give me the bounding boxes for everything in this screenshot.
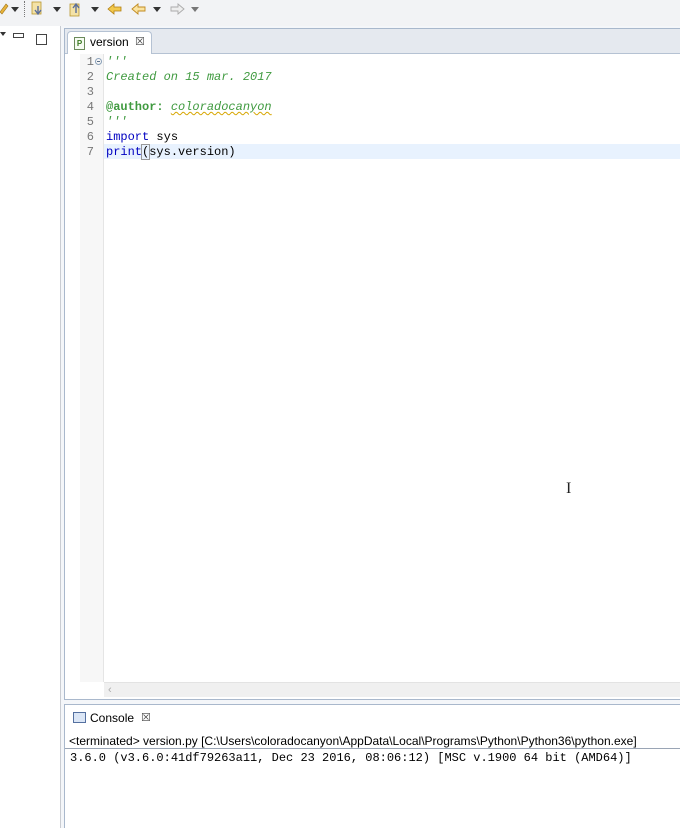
- line-number: 3: [86, 85, 94, 99]
- horizontal-scrollbar[interactable]: ‹: [104, 682, 680, 697]
- line-number: 4: [86, 100, 94, 114]
- console-icon: [73, 712, 86, 723]
- line-number: 7: [86, 145, 94, 159]
- view-menu-icon[interactable]: [0, 32, 6, 36]
- editor-tab-version[interactable]: P version ☒: [67, 31, 152, 54]
- next-annotation-icon[interactable]: [30, 0, 46, 18]
- author-tag: @author:: [106, 100, 164, 114]
- import-keyword: import: [106, 130, 150, 144]
- text-cursor-icon: I: [566, 480, 572, 497]
- left-side-panel: [0, 26, 61, 828]
- code-line-4[interactable]: @author: coloradocanyon: [106, 100, 272, 115]
- close-icon[interactable]: ☒: [141, 711, 151, 724]
- toolbar-separator: [24, 1, 25, 17]
- import-target: sys: [149, 130, 179, 144]
- line-number: 2: [86, 70, 94, 84]
- fold-collapse-icon[interactable]: [95, 58, 102, 65]
- minimize-icon[interactable]: [13, 33, 24, 38]
- pencil-dropdown-icon[interactable]: [11, 0, 19, 18]
- editor-tab-bar: [65, 29, 680, 54]
- console-output-text[interactable]: 3.6.0 (v3.6.0:41df79263a11, Dec 23 2016,…: [70, 751, 632, 765]
- previous-annotation-icon[interactable]: [68, 0, 84, 18]
- author-name: coloradocanyon: [170, 100, 272, 114]
- python-file-icon: P: [74, 37, 85, 50]
- console-tab[interactable]: Console ☒: [65, 705, 680, 731]
- code-line-5[interactable]: ''': [106, 115, 128, 130]
- maximize-icon[interactable]: [36, 34, 47, 45]
- code-line-7[interactable]: print(sys.version): [106, 144, 236, 160]
- next-annotation-dropdown-icon[interactable]: [53, 0, 61, 18]
- line-number: 6: [86, 130, 94, 144]
- line-number: 5: [86, 115, 94, 129]
- back-dropdown-icon[interactable]: [153, 0, 161, 18]
- code-line-1[interactable]: ''': [106, 55, 128, 70]
- code-line-2[interactable]: Created on 15 mar. 2017: [106, 70, 272, 85]
- console-status-line: <terminated> version.py [C:\Users\colora…: [69, 734, 637, 748]
- forward-dropdown-icon[interactable]: [191, 0, 199, 18]
- editor-tab-label: version: [90, 35, 129, 49]
- print-argument: sys.version): [149, 145, 236, 159]
- back-icon[interactable]: [130, 0, 148, 18]
- close-icon[interactable]: ☒: [135, 35, 145, 48]
- previous-annotation-dropdown-icon[interactable]: [91, 0, 99, 18]
- main-toolbar: [0, 0, 680, 26]
- pencil-icon[interactable]: [0, 0, 9, 18]
- forward-icon[interactable]: [168, 0, 186, 18]
- print-keyword: print: [106, 145, 143, 159]
- line-number: 1: [86, 55, 94, 69]
- code-line-6[interactable]: import sys: [106, 130, 178, 145]
- last-edit-location-icon[interactable]: [106, 0, 124, 18]
- editor-pane: [64, 28, 680, 700]
- console-divider: [65, 748, 680, 749]
- console-tab-label: Console: [90, 711, 135, 725]
- scroll-left-arrow-icon[interactable]: ‹: [108, 684, 112, 696]
